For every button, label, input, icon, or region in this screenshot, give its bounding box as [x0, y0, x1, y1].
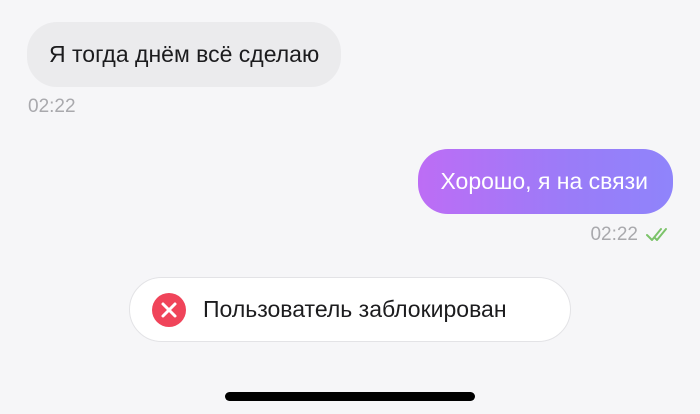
outgoing-message-bubble[interactable]: Хорошо, я на связи [418, 149, 673, 214]
outgoing-message-text: Хорошо, я на связи [440, 168, 648, 194]
blocked-notice-text: Пользователь заблокирован [203, 296, 507, 322]
error-x-icon [152, 292, 186, 327]
outgoing-message-time: 02:22 [590, 224, 638, 245]
incoming-message-text: Я тогда днём всё сделаю [49, 41, 320, 67]
double-check-icon [646, 226, 672, 244]
incoming-message-bubble[interactable]: Я тогда днём всё сделаю [27, 22, 342, 87]
user-blocked-notice: Пользователь заблокирован [129, 277, 571, 342]
outgoing-message-meta: 02:22 [590, 224, 672, 246]
home-indicator[interactable] [225, 392, 475, 401]
incoming-message-time: 02:22 [28, 96, 76, 117]
